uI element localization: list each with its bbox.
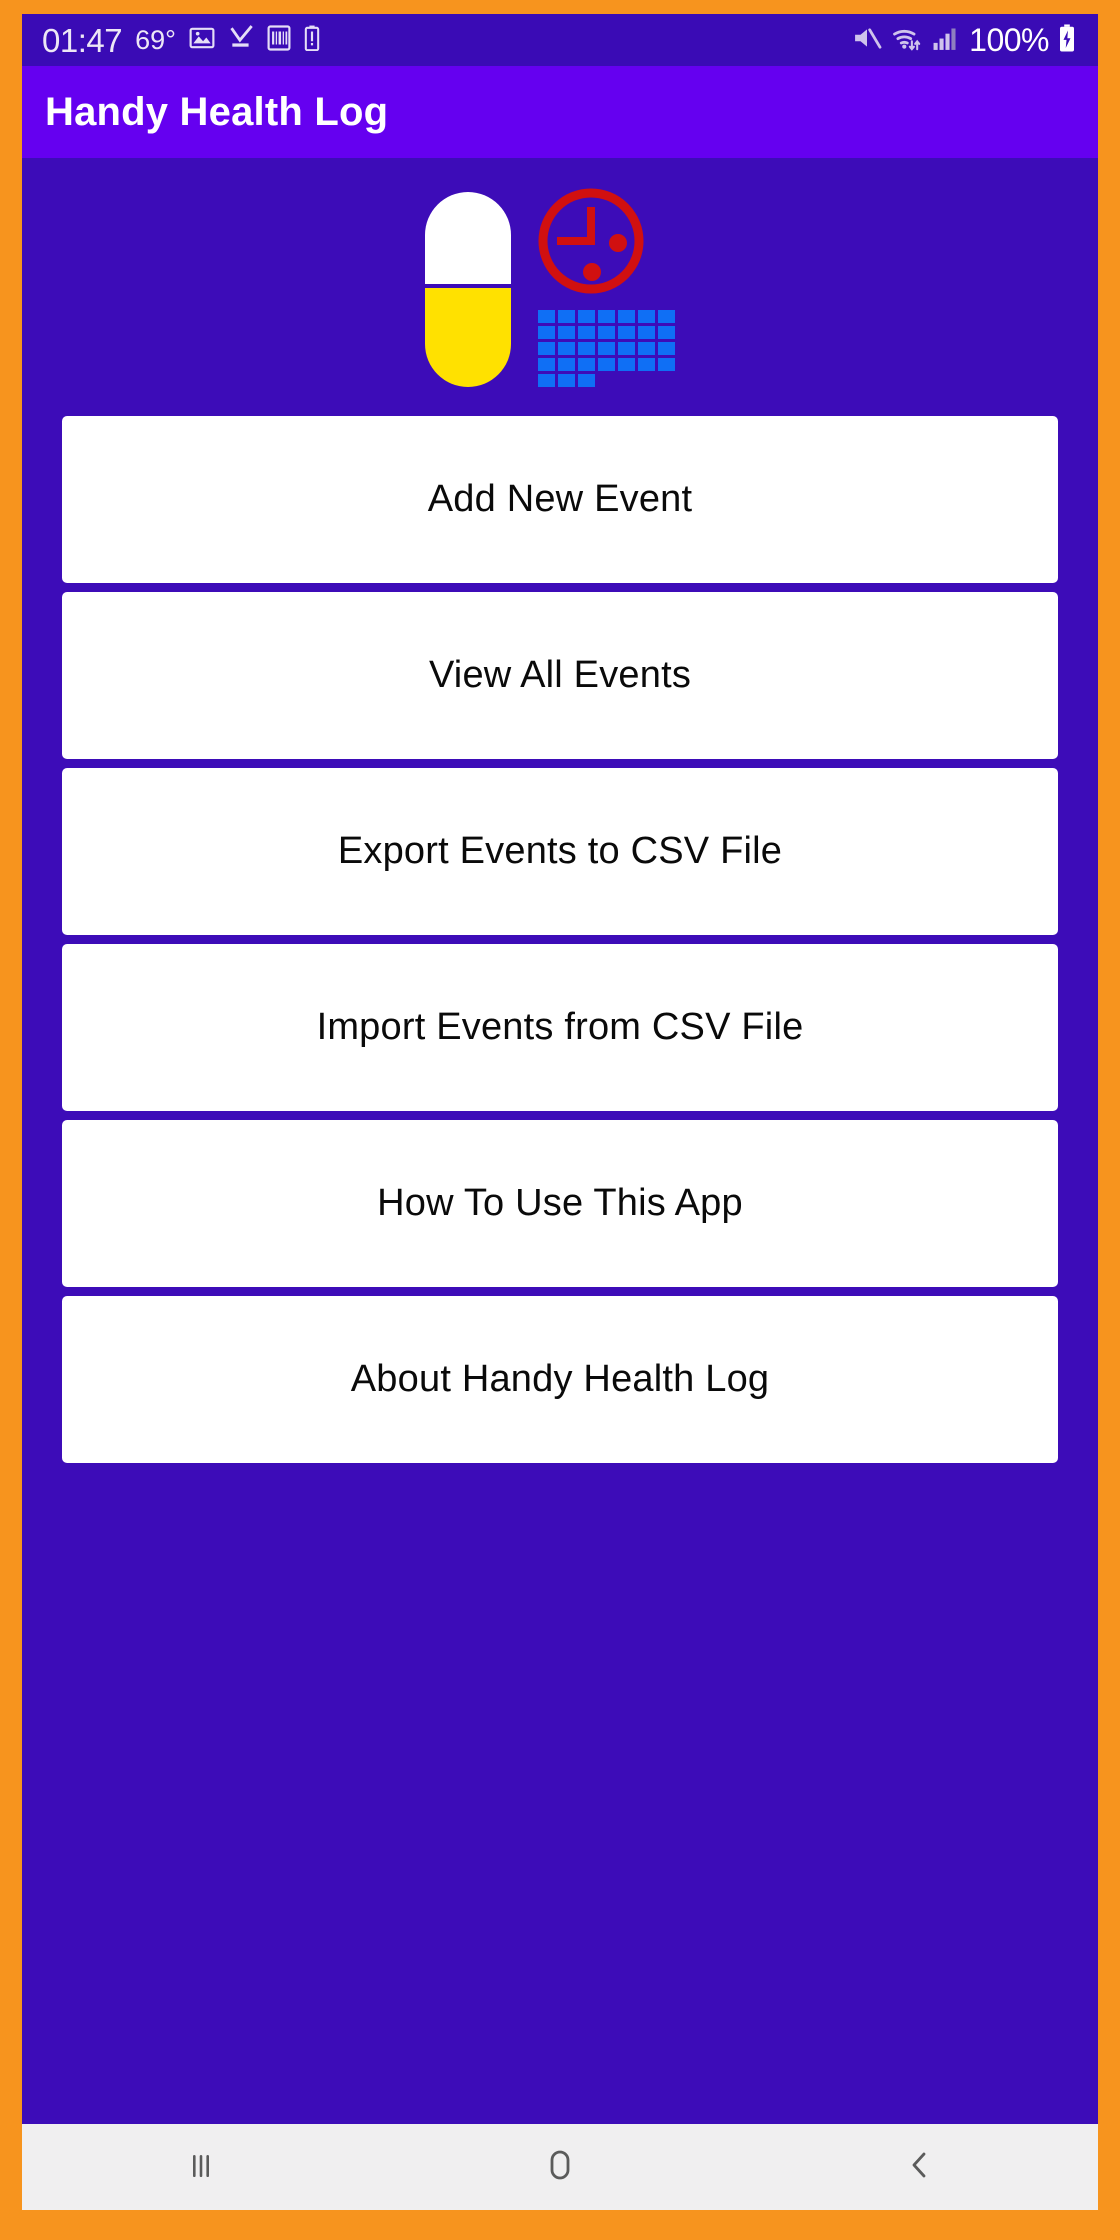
- status-bar-right-group: 100%: [852, 22, 1076, 58]
- home-button[interactable]: [475, 2124, 645, 2210]
- back-chevron-icon: [898, 2144, 940, 2191]
- app-badge-icon: [267, 24, 291, 56]
- view-all-events-button[interactable]: View All Events: [62, 592, 1058, 759]
- how-to-use-button[interactable]: How To Use This App: [62, 1120, 1058, 1287]
- clock-icon: [535, 185, 647, 297]
- home-icon: [538, 2143, 582, 2192]
- calendar-grid-icon: [538, 310, 680, 390]
- export-events-csv-label: Export Events to CSV File: [337, 829, 783, 872]
- import-events-csv-label: Import Events from CSV File: [316, 1005, 804, 1048]
- back-button[interactable]: [834, 2124, 1004, 2210]
- add-new-event-button[interactable]: Add New Event: [62, 416, 1058, 583]
- download-complete-icon: [228, 24, 254, 56]
- about-label: About Handy Health Log: [350, 1357, 770, 1400]
- add-new-event-label: Add New Event: [427, 477, 693, 520]
- recents-icon: [180, 2144, 222, 2191]
- mute-icon: [852, 25, 882, 56]
- device-frame: 01:47 69° 100% Handy Health Log Add New …: [0, 0, 1120, 2240]
- export-events-csv-button[interactable]: Export Events to CSV File: [62, 768, 1058, 935]
- main-menu: Add New Event View All Events Export Eve…: [62, 416, 1058, 1472]
- battery-saver-icon: [304, 25, 320, 56]
- wifi-icon: [891, 25, 923, 56]
- battery-charging-icon: [1058, 23, 1076, 57]
- battery-percentage-label: 100%: [969, 22, 1049, 58]
- status-bar-clock: 01:47: [42, 21, 123, 59]
- about-button[interactable]: About Handy Health Log: [62, 1296, 1058, 1463]
- main-content: Add New Event View All Events Export Eve…: [22, 158, 1098, 2110]
- photo-icon: [189, 25, 215, 56]
- status-bar-temperature: 69°: [135, 24, 176, 55]
- status-bar-left-group: 01:47 69°: [42, 24, 320, 57]
- recent-apps-button[interactable]: [116, 2124, 286, 2210]
- android-navigation-bar: [22, 2124, 1098, 2210]
- app-bar: Handy Health Log: [22, 66, 1098, 158]
- pill-bottom-half: [425, 288, 511, 387]
- status-bar: 01:47 69° 100%: [22, 14, 1098, 66]
- phone-screen: 01:47 69° 100% Handy Health Log Add New …: [22, 14, 1098, 2210]
- how-to-use-label: How To Use This App: [377, 1181, 743, 1224]
- view-all-events-label: View All Events: [428, 653, 692, 696]
- app-logo: [22, 185, 1098, 390]
- import-events-csv-button[interactable]: Import Events from CSV File: [62, 944, 1058, 1111]
- pill-top-half: [425, 192, 511, 284]
- app-title: Handy Health Log: [45, 89, 389, 134]
- cellular-signal-icon: [932, 25, 960, 56]
- pill-capsule-icon: [425, 192, 511, 387]
